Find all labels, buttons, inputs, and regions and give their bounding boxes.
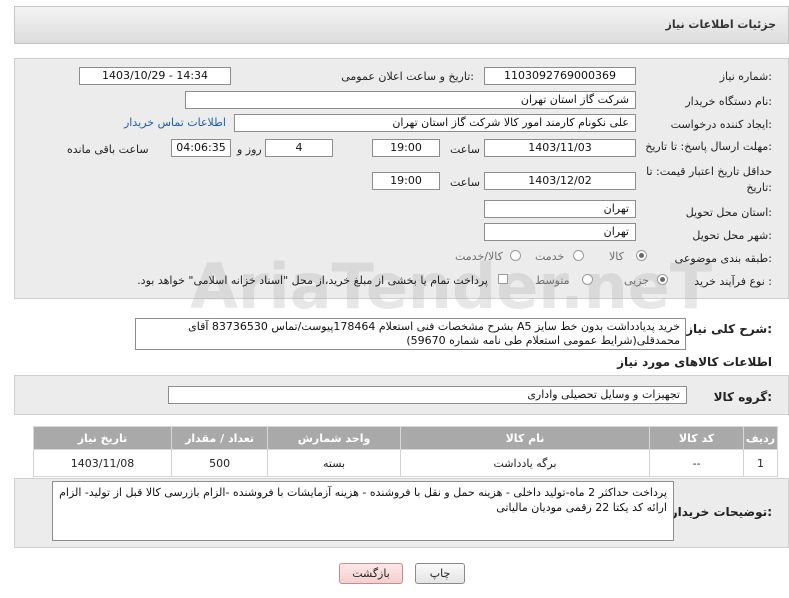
process-label: نوع فرآیند خرید : (694, 275, 772, 288)
deadline-label: مهلت ارسال پاسخ: تا تاریخ: (645, 140, 772, 153)
cell-need-date: 1403/11/08 (32, 449, 173, 477)
goods-group-label: گروه کالا: (713, 390, 772, 404)
city-field: تهران (484, 223, 636, 241)
announce-field: 1403/10/29 - 14:34 (79, 67, 231, 85)
requester-field: علی نکونام کارمند امور کالا شرکت گاز است… (234, 114, 636, 132)
buyer-org-field: شرکت گاز استان تهران (185, 91, 636, 109)
treasury-checkbox[interactable] (498, 274, 508, 284)
deadline-date-field: 1403/11/03 (484, 139, 636, 157)
process-option-medium: متوسط (535, 274, 570, 287)
category-option-service: خدمت (535, 250, 565, 263)
announce-label: تاریخ و ساعت اعلان عمومی: (341, 70, 474, 83)
page-title: جزئیات اطلاعات نیاز (665, 18, 777, 31)
buyer-notes-label: توضیحات خریدار: (670, 505, 772, 519)
cell-item-name: برگه یادداشت (399, 449, 651, 477)
category-label: طبقه بندی موضوعی: (674, 252, 772, 265)
items-table: ردیف کد کالا نام کالا واحد شمارش تعداد /… (32, 426, 778, 477)
table-header-row: ردیف کد کالا نام کالا واحد شمارش تعداد /… (32, 426, 778, 450)
process-radio-minor[interactable] (657, 274, 668, 285)
treasury-note: پرداخت تمام یا بخشی از مبلغ خرید،از محل … (137, 274, 488, 287)
back-button[interactable]: بازگشت (339, 563, 403, 584)
province-label: استان محل تحویل: (685, 206, 772, 219)
description-label: شرح کلی نیاز: (686, 322, 772, 336)
cell-quantity: 500 (171, 449, 269, 477)
col-header-row-number: ردیف (743, 426, 778, 450)
deadline-time-field: 19:00 (372, 139, 440, 157)
validity-time-label: ساعت (450, 176, 480, 189)
requester-label: ایجاد کننده درخواست: (670, 118, 772, 131)
buyer-notes-field: پرداخت حداکثر 2 ماه-تولید داخلی - هزینه … (52, 481, 674, 541)
goods-group-field: تجهیزات و وسایل تحصیلی واداری (168, 386, 687, 404)
cell-item-code: -- (649, 449, 745, 477)
days-field: 4 (265, 139, 333, 157)
need-number-field: 1103092769000369 (484, 67, 636, 85)
remaining-time-field: 04:06:35 (171, 139, 231, 157)
cell-row-number: 1 (743, 449, 778, 477)
category-radio-goods[interactable] (636, 250, 647, 261)
buyer-contact-link[interactable]: اطلاعات تماس خریدار (124, 116, 226, 129)
print-button[interactable]: چاپ (415, 563, 465, 584)
need-number-label: شماره نیاز: (719, 70, 772, 83)
city-label: شهر محل تحویل: (692, 229, 772, 242)
process-radio-medium[interactable] (582, 274, 593, 285)
category-radio-goods-service[interactable] (510, 250, 521, 261)
days-label: روز و (237, 143, 262, 156)
col-header-quantity: تعداد / مقدار (171, 426, 269, 450)
province-field: تهران (484, 200, 636, 218)
validity-label: حداقل تاریخ اعتبار قیمت: تا تاریخ: (646, 165, 772, 194)
col-header-need-date: تاریخ نیاز (32, 426, 173, 450)
description-field: خرید پدیادداشت بدون خط سایز A5 بشرح مشخص… (135, 318, 686, 350)
validity-date-field: 1403/12/02 (484, 172, 636, 190)
col-header-item-code: کد کالا (649, 426, 745, 450)
col-header-unit: واحد شمارش (267, 426, 401, 450)
validity-time-field: 19:00 (372, 172, 440, 190)
goods-info-title: اطلاعات کالاهای مورد نیاز (617, 355, 772, 369)
deadline-time-label: ساعت (450, 143, 480, 156)
category-radio-service[interactable] (573, 250, 584, 261)
buyer-org-label: نام دستگاه خریدار: (685, 95, 772, 108)
process-option-minor: جزیی (624, 274, 650, 287)
category-option-goods-service: کالا/خدمت (455, 250, 503, 263)
col-header-item-name: نام کالا (399, 426, 651, 450)
table-row: 1 -- برگه یادداشت بسته 500 1403/11/08 (32, 449, 778, 477)
remaining-label: ساعت باقی مانده (67, 143, 149, 156)
cell-unit: بسته (267, 449, 401, 477)
category-option-goods: کالا (609, 250, 624, 263)
page-header: جزئیات اطلاعات نیاز (14, 6, 789, 44)
